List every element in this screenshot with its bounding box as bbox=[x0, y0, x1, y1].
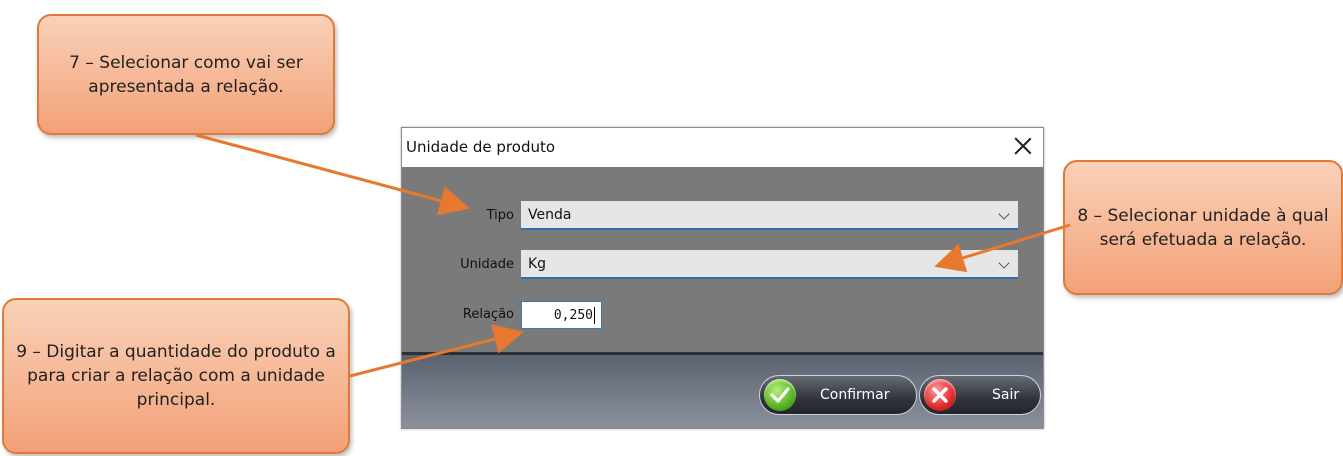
callout-step-7: 7 – Selecionar como vai ser apresentada … bbox=[37, 14, 335, 135]
confirm-button[interactable]: Confirmar bbox=[759, 375, 917, 415]
dialog-footer: Confirmar Sair bbox=[402, 355, 1043, 428]
close-icon[interactable] bbox=[1011, 134, 1035, 158]
callout-step-9-text: 9 – Digitar a quantidade do produto a pa… bbox=[16, 342, 336, 410]
callout-step-7-text: 7 – Selecionar como vai ser apresentada … bbox=[69, 52, 303, 97]
callout-step-8: 8 – Selecionar unidade à qual será efetu… bbox=[1063, 160, 1343, 295]
callout-step-8-text: 8 – Selecionar unidade à qual será efetu… bbox=[1077, 205, 1329, 250]
confirm-label: Confirmar bbox=[820, 387, 890, 403]
chevron-down-icon bbox=[998, 257, 1010, 269]
chevron-down-icon bbox=[998, 208, 1010, 220]
tipo-label: Tipo bbox=[486, 208, 514, 223]
relacao-input[interactable]: 0,250 bbox=[521, 301, 602, 329]
dialog-title: Unidade de produto bbox=[406, 138, 556, 156]
relacao-value: 0,250 bbox=[553, 308, 593, 323]
close-icon bbox=[924, 379, 956, 411]
check-icon bbox=[764, 379, 796, 411]
dialog-titlebar: Unidade de produto bbox=[402, 128, 1043, 167]
unidade-value: Kg bbox=[528, 256, 547, 272]
unidade-select[interactable]: Kg bbox=[521, 250, 1018, 279]
relacao-label: Relação bbox=[462, 307, 514, 322]
exit-button[interactable]: Sair bbox=[919, 375, 1041, 415]
tipo-select[interactable]: Venda bbox=[521, 201, 1018, 230]
unidade-label: Unidade bbox=[460, 257, 514, 272]
unit-dialog: Unidade de produto Tipo Venda Unidade Kg… bbox=[401, 127, 1044, 429]
exit-label: Sair bbox=[992, 387, 1020, 403]
text-caret bbox=[594, 307, 595, 324]
callout-step-9: 9 – Digitar a quantidade do produto a pa… bbox=[2, 298, 350, 454]
tipo-value: Venda bbox=[528, 207, 572, 223]
